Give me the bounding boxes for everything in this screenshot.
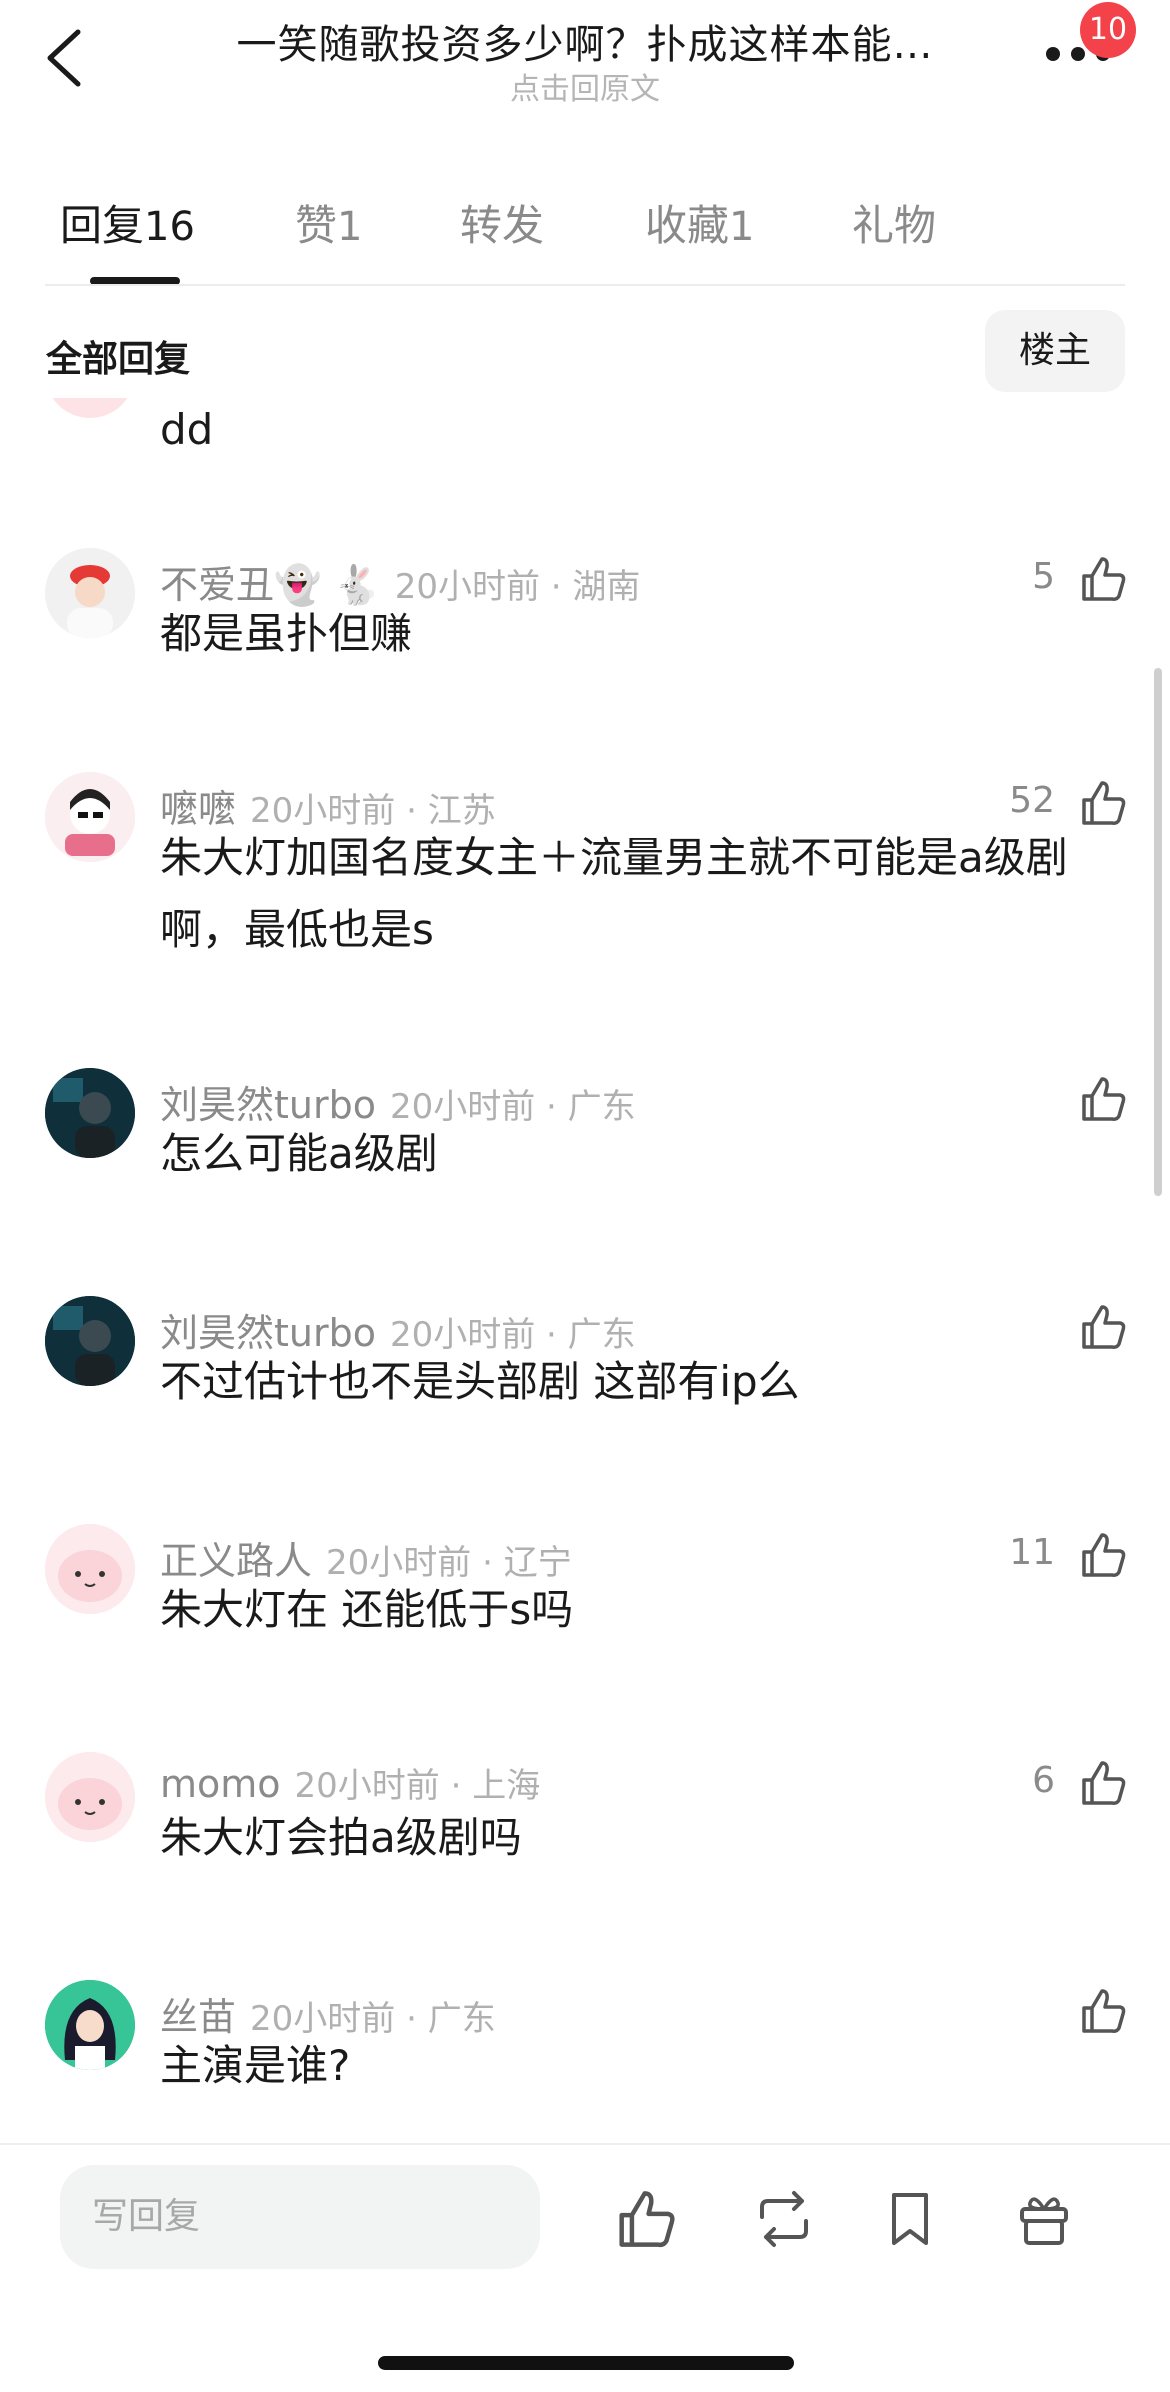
thumbs-up-icon[interactable] [1078, 554, 1128, 604]
all-replies-label: 全部回复 [46, 339, 191, 380]
tab-favorites[interactable]: 收藏1 [645, 192, 754, 253]
comment-text: 怎么可能a级剧 [160, 1129, 438, 1178]
notification-badge: 10 [1080, 2, 1136, 58]
comment-text: 朱大灯加国名度女主＋流量男主就不可能是a级剧啊，最低也是s [160, 833, 1068, 954]
like-count: 6 [1032, 1760, 1055, 1801]
avatar[interactable] [45, 548, 135, 638]
thumbs-up-icon[interactable] [1078, 1986, 1128, 2036]
avatar[interactable] [45, 1296, 135, 1386]
thumbs-up-icon[interactable] [1078, 1530, 1128, 1580]
avatar[interactable] [45, 1752, 135, 1842]
avatar[interactable] [45, 1068, 135, 1158]
comment-text: 主演是谁? [160, 2041, 351, 2090]
top-bar: 一笑随歌投资多少啊？扑成这样本能… 点击回原文 10 [0, 0, 1170, 110]
owner-only-button[interactable]: 楼主 [985, 310, 1125, 392]
avatar[interactable] [45, 398, 135, 418]
thumbs-up-icon[interactable] [1078, 1074, 1128, 1124]
scrollbar[interactable] [1154, 668, 1162, 1196]
back-to-original-link[interactable]: 点击回原文 [0, 64, 1170, 108]
avatar[interactable] [45, 1524, 135, 1614]
thumbs-up-icon[interactable] [1078, 778, 1128, 828]
avatar[interactable] [45, 772, 135, 862]
comment-meta: 20小时前 · 上海 [294, 1766, 541, 1806]
bookmark-icon[interactable] [878, 2187, 942, 2251]
thumbs-up-icon[interactable] [1078, 1758, 1128, 1808]
divider [0, 2143, 1170, 2145]
comment-list[interactable]: dd 不爱丑👻 🐇 20小时前 · 湖南 5 都是虽扑但赚 嚒嚒 20小时前 ·… [0, 398, 1170, 2143]
like-count: 5 [1032, 556, 1055, 597]
thumbs-up-icon[interactable] [614, 2187, 678, 2251]
comment-text: dd [160, 405, 214, 454]
reply-input[interactable]: 写回复 [60, 2165, 540, 2269]
home-indicator [378, 2356, 794, 2370]
tab-gifts[interactable]: 礼物 [852, 192, 936, 253]
repost-icon[interactable] [752, 2187, 816, 2251]
comment-text: 都是虽扑但赚 [160, 609, 413, 658]
avatar[interactable] [45, 1980, 135, 2070]
tab-replies[interactable]: 回复16 [60, 192, 195, 253]
tab-bar: 回复16 赞1 转发 收藏1 礼物 [0, 176, 1170, 286]
like-count: 52 [1009, 780, 1055, 821]
comment-author[interactable]: momo 20小时前 · 上海 [160, 1758, 540, 1807]
post-title[interactable]: 一笑随歌投资多少啊？扑成这样本能… [190, 12, 980, 70]
tab-likes[interactable]: 赞1 [295, 192, 362, 253]
tab-reposts[interactable]: 转发 [460, 192, 544, 253]
comment-text: 朱大灯在 还能低于s吗 [160, 1585, 574, 1634]
comment-text: 朱大灯会拍a级剧吗 [160, 1813, 522, 1862]
divider [45, 284, 1125, 286]
thumbs-up-icon[interactable] [1078, 1302, 1128, 1352]
like-count: 11 [1009, 1532, 1055, 1573]
comment-text: 不过估计也不是头部剧 这部有ip么 [160, 1357, 800, 1406]
gift-icon[interactable] [1012, 2187, 1076, 2251]
